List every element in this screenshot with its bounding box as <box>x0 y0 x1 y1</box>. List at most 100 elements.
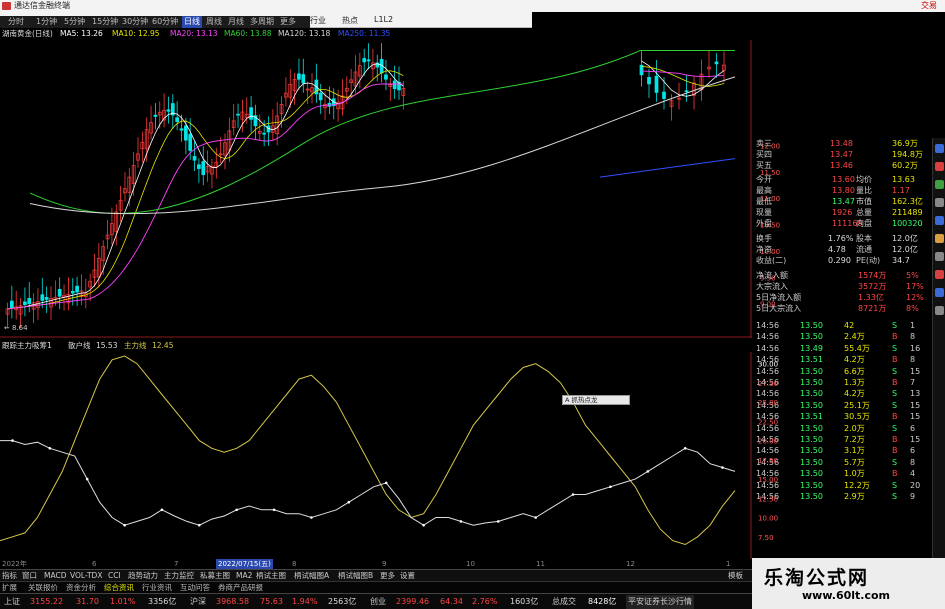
low-price-label: 8.64 <box>12 324 28 332</box>
stat-label2: 量比 <box>856 186 872 195</box>
period-15min[interactable]: 15分钟 <box>92 16 118 28</box>
indicator-tick-label: 22.50 <box>758 418 778 426</box>
flow-pct: 12% <box>906 293 924 302</box>
tick-price: 13.50 <box>800 480 823 490</box>
tab-cci[interactable]: CCI <box>108 570 121 581</box>
tool-icon-5[interactable] <box>935 216 944 225</box>
app-logo-icon <box>2 2 11 10</box>
tab-test-b[interactable]: 柄试幅图B <box>338 570 373 581</box>
trade-link[interactable]: 交易 <box>921 0 937 12</box>
btab-industry[interactable]: 行业资讯 <box>142 582 172 593</box>
tab-vol[interactable]: VOL-TDX <box>70 570 102 581</box>
tab-private[interactable]: 私募主图 <box>200 570 230 581</box>
tool-icon-8[interactable] <box>935 270 944 279</box>
retail-dot <box>48 447 52 450</box>
period-weekly[interactable]: 周线 <box>206 16 222 28</box>
book-volume: 36.9万 <box>892 139 918 148</box>
flow-value: 1.33亿 <box>858 293 884 302</box>
sz-change: 75.63 <box>260 597 283 606</box>
candle-body <box>297 73 301 80</box>
indicator-lines <box>0 355 736 546</box>
btab-qa[interactable]: 互动问答 <box>180 582 210 593</box>
stat-label2: 内盘 <box>856 219 872 228</box>
tick-volume: 1.0万 <box>844 469 865 479</box>
month-8: 8 <box>292 560 297 568</box>
btab-funds[interactable]: 资金分析 <box>66 582 96 593</box>
btab-expand[interactable]: 扩展 <box>2 582 17 593</box>
tick-volume: 4.2万 <box>844 355 865 365</box>
main-line-value: 12.45 <box>152 341 174 350</box>
tool-icon-10[interactable] <box>935 306 944 315</box>
ma5-line <box>7 60 725 310</box>
tool-icon-7[interactable] <box>935 252 944 261</box>
book-volume: 60.2万 <box>892 161 918 170</box>
month-12: 12 <box>626 560 635 568</box>
tab-window[interactable]: 窗口 <box>22 570 37 581</box>
btab-news[interactable]: 综合资讯 <box>104 582 134 593</box>
tick-price: 13.50 <box>800 332 823 342</box>
btab-related[interactable]: 关联报价 <box>28 582 58 593</box>
tool-icon-4[interactable] <box>935 198 944 207</box>
indicator-chart[interactable] <box>0 352 752 559</box>
tick-price: 13.50 <box>800 378 823 387</box>
tick-count: 13 <box>910 389 921 399</box>
period-daily[interactable]: 日线 <box>182 16 202 28</box>
tab-trend[interactable]: 趋势动力 <box>128 570 158 581</box>
indicator-tick-label: 25.00 <box>758 399 778 407</box>
cy-value: 2399.46 <box>396 597 430 606</box>
indicator-tick-label: 20.00 <box>758 438 778 446</box>
tab-test-main[interactable]: 柄试主图 <box>256 570 286 581</box>
tick-price: 13.51 <box>800 412 823 422</box>
tab-ma2[interactable]: MA2 <box>236 570 252 581</box>
period-5min[interactable]: 5分钟 <box>64 16 85 28</box>
hot-dragon-popup[interactable]: A 抓热点龙 <box>562 395 630 405</box>
tick-side: B <box>892 355 898 365</box>
tab-template[interactable]: 模板 <box>728 570 743 581</box>
tick-price: 13.50 <box>800 423 823 433</box>
flow-label: 5日大宗流入 <box>756 304 802 313</box>
news-ticker[interactable]: 平安证券长沙行情 <box>626 595 694 609</box>
menu-item-hangye[interactable]: 行业 <box>310 15 326 26</box>
tab-more[interactable]: 更多 <box>380 570 395 581</box>
tool-icon-1[interactable] <box>935 144 944 153</box>
tick-price: 13.50 <box>800 366 823 376</box>
retail-dot <box>721 466 724 469</box>
tab-macd[interactable]: MACD <box>44 570 66 581</box>
fundamental-row: 收益(二) 0.290 PE(动) 34.7 <box>752 255 928 266</box>
menu-item-redian[interactable]: 热点 <box>342 15 358 26</box>
sz-name: 沪深 <box>190 597 206 606</box>
flow-pct: 8% <box>906 304 919 313</box>
candle-body <box>27 298 32 304</box>
fund-label2: PE(动) <box>856 256 881 265</box>
tool-icon-6[interactable] <box>935 234 944 243</box>
candle-body <box>647 76 651 85</box>
ma250-legend: MA250: 11.35 <box>338 29 391 38</box>
period-monthly[interactable]: 月线 <box>228 16 244 28</box>
period-30min[interactable]: 30分钟 <box>122 16 148 28</box>
kline-chart[interactable]: 8.64 ← <box>0 40 752 338</box>
tool-icon-2[interactable] <box>935 162 944 171</box>
tick-volume: 42 <box>844 321 855 330</box>
period-more[interactable]: 更多 <box>280 16 296 28</box>
period-multi[interactable]: 多周期 <box>250 16 274 28</box>
period-1min[interactable]: 1分钟 <box>36 16 57 28</box>
tool-icon-9[interactable] <box>935 288 944 297</box>
period-fenshi[interactable]: 分时 <box>8 16 24 28</box>
btab-reports[interactable]: 券商产品研报 <box>218 582 263 593</box>
tab-settings[interactable]: 设置 <box>400 570 415 581</box>
date-axis: 2022年 6 7 2022/07/15(五) 8 9 10 11 12 1 <box>0 559 752 569</box>
period-60min[interactable]: 60分钟 <box>152 16 178 28</box>
retail-dot <box>384 481 388 485</box>
menu-item-l1l2[interactable]: L1L2 <box>374 15 393 24</box>
candle-body <box>44 296 49 300</box>
fund-value: 4.78 <box>828 245 846 254</box>
tab-monitor[interactable]: 主力监控 <box>164 570 194 581</box>
tool-icon-3[interactable] <box>935 180 944 189</box>
tick-volume: 1.3万 <box>844 378 865 387</box>
book-price: 13.48 <box>830 139 853 148</box>
tick-price: 13.50 <box>800 492 823 501</box>
stat-row: 外盘 111169 内盘 100320 <box>752 218 928 229</box>
tab-indicator[interactable]: 指标 <box>2 570 17 581</box>
tick-count: 15 <box>910 412 921 422</box>
tab-test-a[interactable]: 柄试幅图A <box>294 570 329 581</box>
